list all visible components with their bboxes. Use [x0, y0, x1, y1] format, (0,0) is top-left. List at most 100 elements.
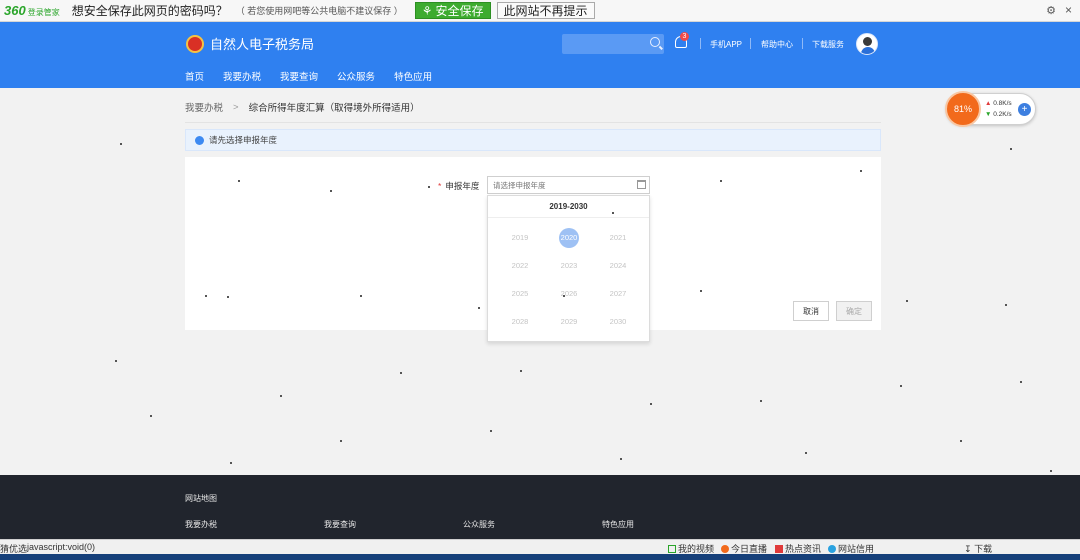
mobile-app-link[interactable]: 手机APP: [710, 39, 742, 50]
divider: [700, 38, 701, 49]
speed-percent: 81%: [945, 91, 981, 127]
decor-dot: [400, 372, 402, 374]
download-speed: ▼ 0.2K/s: [985, 111, 1012, 118]
confirm-button[interactable]: 确定: [836, 301, 872, 321]
year-option-2028[interactable]: 2028: [505, 312, 535, 332]
upload-speed: ▲ 0.8K/s: [985, 100, 1012, 107]
news-icon: [775, 545, 783, 553]
help-center-link[interactable]: 帮助中心: [761, 39, 793, 50]
nav-item-query[interactable]: 我要查询: [280, 69, 318, 83]
360-logo-sub: 登录管家: [27, 8, 60, 17]
divider: [802, 38, 803, 49]
decor-dot: [428, 186, 430, 188]
breadcrumb-current: 综合所得年度汇算（取得境外所得适用）: [248, 103, 420, 114]
site-header: 自然人电子税务局 3 手机APP 帮助中心 下载服务 首页 我要办税 我要查询 …: [0, 22, 1080, 88]
nav-item-featured[interactable]: 特色应用: [394, 69, 432, 83]
divider: [750, 38, 751, 49]
year-range: 2019-2030: [488, 196, 649, 218]
decor-dot: [227, 296, 229, 298]
site-name: 自然人电子税务局: [210, 37, 315, 52]
decor-dot: [650, 403, 652, 405]
close-icon[interactable]: ×: [1065, 3, 1072, 17]
year-option-2030[interactable]: 2030: [603, 312, 633, 332]
key-icon: ⚘: [421, 3, 433, 18]
nav-item-tax[interactable]: 我要办税: [223, 69, 261, 83]
info-banner: 请先选择申报年度: [185, 129, 881, 151]
safe-save-button[interactable]: ⚘ 安全保存: [414, 2, 491, 19]
year-option-2025[interactable]: 2025: [505, 284, 535, 304]
decor-dot: [620, 458, 622, 460]
year-option-2029[interactable]: 2029: [554, 312, 584, 332]
status-item-credit-label: 网站信用: [838, 544, 875, 554]
decor-dot: [478, 307, 480, 309]
breadcrumb-separator: >: [233, 101, 239, 113]
year-option-2027[interactable]: 2027: [603, 284, 633, 304]
year-picker: 2019-2030 2019 2020 2021 2022 2023 2024 2025 20…: [487, 195, 650, 342]
year-option-2019[interactable]: 2019: [505, 228, 535, 248]
info-text: 请先选择申报年度: [209, 135, 278, 145]
decor-dot: [805, 452, 807, 454]
cancel-button[interactable]: 取消: [793, 301, 829, 321]
status-item-news-label: 热点资讯: [785, 544, 822, 554]
site-brand[interactable]: 自然人电子税务局: [186, 34, 314, 53]
gear-icon[interactable]: ⚙: [1046, 4, 1056, 17]
footer-title: 网站地图: [185, 494, 217, 503]
decor-dot: [115, 360, 117, 362]
network-speed-widget[interactable]: 81% ▲ 0.8K/s ▼ 0.2K/s +: [945, 91, 1036, 127]
decor-dot: [120, 143, 122, 145]
year-option-2023[interactable]: 2023: [554, 256, 584, 276]
decor-dot: [520, 370, 522, 372]
status-item-video-label: 我的视频: [678, 544, 715, 554]
year-field[interactable]: [487, 176, 650, 194]
decor-dot: [360, 295, 362, 297]
avatar[interactable]: [856, 33, 878, 55]
decor-dot: [340, 440, 342, 442]
download-icon: ↧: [964, 544, 972, 554]
search-input[interactable]: [562, 34, 664, 54]
arrow-up-icon: ▲: [985, 100, 992, 107]
year-option-2020[interactable]: 2020: [559, 228, 579, 248]
decor-dot: [330, 190, 332, 192]
national-emblem-icon: [186, 34, 204, 53]
footer-link-query[interactable]: 我要查询: [324, 519, 356, 530]
decor-dot: [1050, 470, 1052, 472]
breadcrumb-parent[interactable]: 我要办税: [185, 100, 223, 114]
divider: [185, 122, 881, 123]
footer-link-featured[interactable]: 特色应用: [602, 519, 634, 530]
plus-icon[interactable]: +: [1018, 103, 1031, 116]
password-save-bar: 360 登录管家 想安全保存此网页的密码吗？ （ 若您使用网吧等公共电脑不建议保…: [0, 0, 1080, 22]
decor-dot: [612, 212, 614, 214]
360-logo-number: 360: [4, 3, 26, 18]
decor-dot: [563, 295, 565, 297]
download-service-link[interactable]: 下载服务: [812, 39, 844, 50]
year-label: * 申报年度: [438, 181, 480, 191]
decor-dot: [205, 295, 207, 297]
year-option-2022[interactable]: 2022: [505, 256, 535, 276]
decor-dot: [280, 395, 282, 397]
fire-icon: [721, 545, 729, 553]
video-icon: [668, 545, 676, 553]
notification-badge: 3: [680, 32, 689, 41]
footer-link-public[interactable]: 公众服务: [463, 519, 495, 530]
decor-dot: [1020, 381, 1022, 383]
calendar-icon[interactable]: [637, 180, 646, 189]
year-option-2026[interactable]: 2026: [554, 284, 584, 304]
never-prompt-button[interactable]: 此网站不再提示: [496, 2, 595, 19]
download-speed-value: 0.2K/s: [993, 111, 1012, 118]
decor-dot: [230, 462, 232, 464]
decor-dot: [238, 180, 240, 182]
decor-dot: [720, 180, 722, 182]
password-question: 想安全保存此网页的密码吗？: [71, 4, 228, 18]
search-icon[interactable]: [650, 37, 660, 47]
decor-dot: [900, 385, 902, 387]
decor-dot: [150, 415, 152, 417]
year-option-2024[interactable]: 2024: [603, 256, 633, 276]
nav-item-public[interactable]: 公众服务: [337, 69, 375, 83]
password-note: （ 若您使用网吧等公共电脑不建议保存 ）: [235, 6, 403, 16]
nav-item-home[interactable]: 首页: [185, 69, 204, 83]
footer-link-tax[interactable]: 我要办税: [185, 519, 217, 530]
site-footer: 网站地图 我要办税 我要查询 公众服务 特色应用: [0, 475, 1080, 539]
decor-dot: [490, 430, 492, 432]
year-option-2021[interactable]: 2021: [603, 228, 633, 248]
year-label-text: 申报年度: [445, 181, 480, 191]
